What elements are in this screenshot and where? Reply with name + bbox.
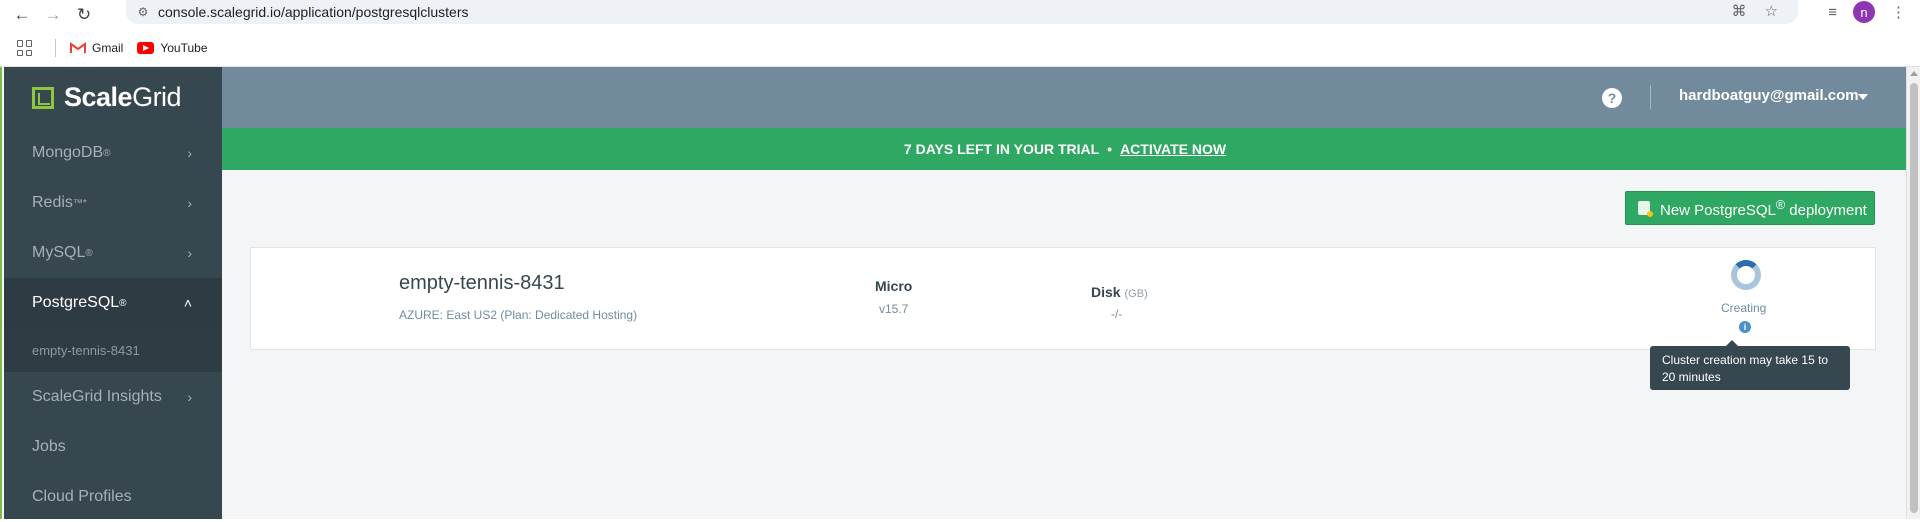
chevron-right-icon: ›	[187, 195, 192, 211]
cluster-plan: Micro	[875, 278, 913, 294]
bookmark-star-icon[interactable]: ☆	[1765, 2, 1778, 20]
chevron-right-icon: ›	[187, 245, 192, 261]
bookmark-label: Gmail	[92, 41, 124, 55]
disk-label: Disk (GB)	[1091, 284, 1148, 300]
bookmark-label: YouTube	[160, 41, 208, 55]
profile-avatar[interactable]: n	[1853, 1, 1875, 23]
trial-banner: 7 DAYS LEFT IN YOUR TRIAL • ACTIVATE NOW	[222, 128, 1908, 170]
trademark-mark: ™*	[72, 197, 87, 209]
cluster-card[interactable]: empty-tennis-8431 AZURE: East US2 (Plan:…	[250, 247, 1876, 350]
new-deployment-button[interactable]: New PostgreSQL® deployment	[1625, 191, 1875, 225]
sidebar-item-label: MySQL	[32, 244, 86, 261]
sidebar-item-label: PostgreSQL	[32, 294, 120, 311]
sidebar-item-label: ScaleGrid Insights	[32, 388, 162, 405]
cluster-version: v15.7	[879, 302, 909, 316]
app-frame: ScaleGrid MongoDB ® › Redis ™* › MySQL ® › …	[0, 67, 1908, 519]
new-database-icon	[1638, 201, 1653, 217]
logo-text: ScaleGrid	[64, 82, 182, 112]
cluster-name[interactable]: empty-tennis-8431	[399, 272, 565, 295]
scalegrid-logo-icon	[32, 86, 54, 109]
topbar-divider	[1650, 85, 1651, 109]
browser-toolbar: ← → ↻ ⚙ console.scalegrid.io/application…	[0, 0, 1920, 30]
user-menu[interactable]: hardboatguy@gmail.com	[1679, 87, 1859, 104]
sidebar-item-redis[interactable]: Redis ™* ›	[4, 178, 222, 228]
chevron-up-icon: ˄	[183, 295, 192, 311]
disk-unit: (GB)	[1124, 288, 1148, 300]
youtube-icon	[137, 42, 155, 54]
forward-arrow-icon[interactable]: →	[40, 2, 66, 28]
sidebar-item-cloud-profiles[interactable]: Cloud Profiles	[4, 472, 222, 522]
disk-value: -/-	[1111, 307, 1123, 321]
status-tooltip: Cluster creation may take 15 to 20 minut…	[1650, 340, 1850, 390]
gmail-icon	[70, 42, 86, 53]
top-bar: ? hardboatguy@gmail.com	[222, 67, 1908, 128]
registered-mark: ®	[119, 297, 127, 309]
sidebar-item-mongodb[interactable]: MongoDB ® ›	[4, 128, 222, 178]
browser-menu-icon[interactable]: ⋮	[1891, 3, 1906, 21]
bookmark-gmail[interactable]: Gmail	[70, 41, 123, 55]
sidebar-item-label: MongoDB	[32, 144, 104, 161]
bookmark-youtube[interactable]: YouTube	[137, 41, 208, 55]
scroll-up-arrow-icon[interactable]	[1910, 71, 1918, 76]
registered-mark: ®	[103, 147, 111, 159]
back-arrow-icon[interactable]: ←	[9, 2, 35, 28]
banner-separator: •	[1107, 141, 1113, 157]
cluster-status: Creating	[1721, 301, 1767, 315]
sidebar-item-label: Cloud Profiles	[32, 488, 132, 505]
reload-icon[interactable]: ↻	[71, 2, 97, 28]
sidebar-item-jobs[interactable]: Jobs	[4, 422, 222, 472]
trial-message: 7 DAYS LEFT IN YOUR TRIAL	[903, 141, 1100, 157]
chevron-right-icon: ›	[187, 389, 192, 405]
scalegrid-logo[interactable]: ScaleGrid	[4, 67, 222, 128]
caret-down-icon[interactable]	[1858, 94, 1868, 100]
activate-now-link[interactable]: ACTIVATE NOW	[1120, 141, 1226, 157]
main-content: ? hardboatguy@gmail.com 7 DAYS LEFT IN Y…	[222, 67, 1908, 519]
scroll-thumb[interactable]	[1910, 83, 1918, 513]
sidebar-item-label: Redis	[32, 194, 73, 211]
apps-grid-icon[interactable]	[17, 40, 33, 56]
sidebar: ScaleGrid MongoDB ® › Redis ™* › MySQL ® › …	[4, 67, 222, 519]
help-icon[interactable]: ?	[1602, 88, 1622, 108]
sidebar-subitem-cluster[interactable]: empty-tennis-8431	[4, 328, 222, 372]
bookmarks-divider	[55, 39, 56, 57]
translate-icon[interactable]: ⌘	[1732, 2, 1747, 20]
address-bar[interactable]: ⚙ console.scalegrid.io/application/postg…	[126, 0, 1798, 24]
media-controls-icon[interactable]: ≡	[1828, 4, 1837, 21]
loading-spinner-icon	[1731, 260, 1761, 290]
sidebar-item-postgresql[interactable]: PostgreSQL ® ˄	[4, 278, 222, 328]
cluster-region: AZURE: East US2 (Plan: Dedicated Hosting…	[399, 308, 638, 322]
sidebar-item-label: Jobs	[32, 438, 66, 455]
bookmarks-bar: Gmail YouTube	[0, 30, 1920, 67]
site-info-icon[interactable]: ⚙	[134, 3, 152, 21]
sidebar-item-mysql[interactable]: MySQL ® ›	[4, 228, 222, 278]
info-icon[interactable]: i	[1739, 321, 1751, 333]
url-text[interactable]: console.scalegrid.io/application/postgre…	[158, 4, 469, 20]
sidebar-item-insights[interactable]: ScaleGrid Insights ›	[4, 372, 222, 422]
chevron-right-icon: ›	[187, 145, 192, 161]
page-scrollbar[interactable]	[1906, 67, 1920, 519]
new-deployment-label: New PostgreSQL® deployment	[1660, 197, 1867, 219]
registered-mark: ®	[85, 247, 93, 259]
